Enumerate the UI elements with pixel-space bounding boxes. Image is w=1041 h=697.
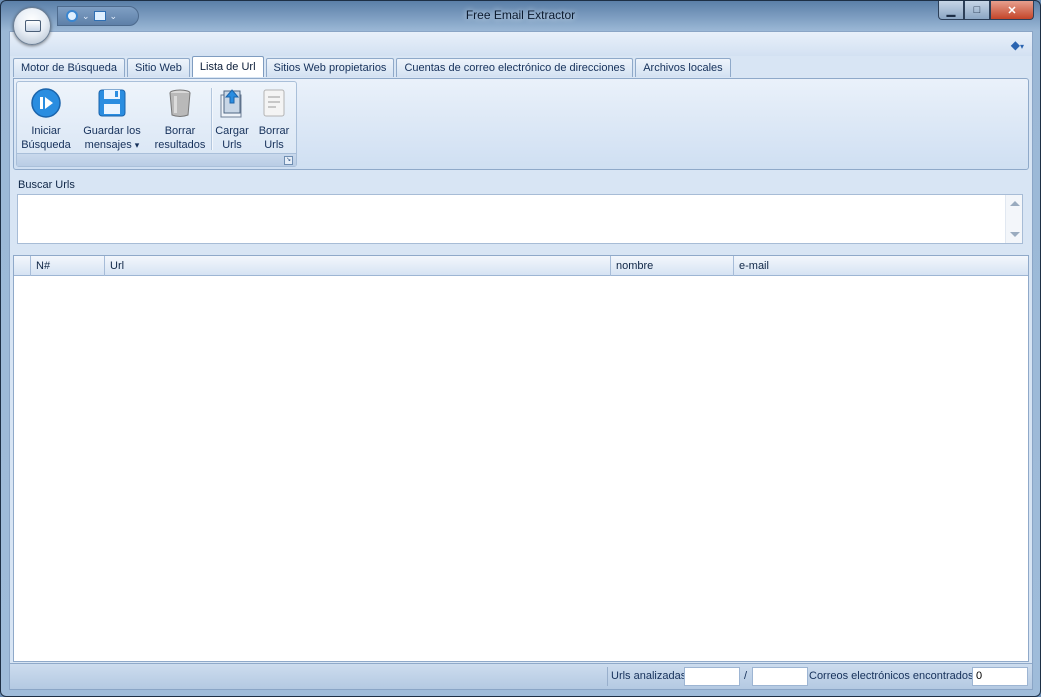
window-title: Free Email Extractor bbox=[465, 8, 576, 22]
dialog-launcher-icon[interactable]: ↘ bbox=[284, 156, 293, 165]
grid-header: N# Url nombre e-mail bbox=[14, 256, 1028, 276]
tab-sitio-web[interactable]: Sitio Web bbox=[127, 58, 190, 77]
tab-lista-de-url[interactable]: Lista de Url bbox=[191, 56, 264, 77]
status-bar: Urls analizadas / Correos electrónicos e… bbox=[10, 663, 1032, 689]
delete-urls-label-1: Borrar bbox=[258, 125, 290, 137]
ribbon-tabs: Motor de Búsqueda Sitio Web Lista de Url… bbox=[13, 56, 731, 78]
chevron-down-icon[interactable]: ⌄ bbox=[110, 11, 118, 22]
clear-results-button[interactable]: Borrar resultados bbox=[149, 86, 211, 152]
column-header-url[interactable]: Url bbox=[105, 256, 611, 276]
results-grid[interactable]: N# Url nombre e-mail bbox=[13, 255, 1029, 662]
settings-icon[interactable] bbox=[66, 10, 78, 22]
save-messages-label-2: mensajes ▾ bbox=[84, 139, 140, 151]
emails-found-field: 0 bbox=[972, 667, 1028, 686]
tab-motor-de-busqueda[interactable]: Motor de Búsqueda bbox=[13, 58, 126, 77]
ribbon-group: Iniciar Búsqueda Guardar los mensajes ▾ bbox=[16, 81, 297, 167]
quick-access-toolbar: ⌄ ⌄ bbox=[57, 6, 139, 26]
blank-document-icon bbox=[257, 86, 291, 120]
status-separator bbox=[607, 667, 608, 686]
row-selector-header[interactable] bbox=[14, 256, 31, 276]
title-bar[interactable]: Free Email Extractor ⌄ ⌄ ▁ □ ✕ bbox=[1, 1, 1040, 31]
urls-total-field bbox=[752, 667, 808, 686]
urls-separator: / bbox=[744, 670, 748, 682]
chevron-down-icon[interactable]: ⌄ bbox=[82, 11, 90, 22]
start-search-button[interactable]: Iniciar Búsqueda bbox=[19, 86, 73, 152]
ribbon-header: ◆▾ bbox=[10, 32, 1032, 56]
start-search-label-2: Búsqueda bbox=[21, 139, 71, 151]
group-separator bbox=[211, 88, 212, 150]
search-urls-input[interactable] bbox=[17, 194, 1023, 244]
clear-results-label-2: resultados bbox=[154, 139, 206, 151]
tab-sitios-web-propietarios[interactable]: Sitios Web propietarios bbox=[265, 58, 395, 77]
column-header-number[interactable]: N# bbox=[31, 256, 105, 276]
column-header-nombre[interactable]: nombre bbox=[611, 256, 734, 276]
floppy-disk-icon bbox=[95, 86, 129, 120]
clear-results-label-1: Borrar bbox=[164, 125, 196, 137]
help-diamond-icon[interactable]: ◆▾ bbox=[1011, 38, 1024, 52]
tab-cuentas-de-correo[interactable]: Cuentas de correo electrónico de direcci… bbox=[396, 58, 634, 77]
load-urls-button[interactable]: Cargar Urls bbox=[213, 86, 251, 152]
start-search-label-1: Iniciar bbox=[31, 125, 61, 137]
app-window: Free Email Extractor ⌄ ⌄ ▁ □ ✕ ◆▾ Motor … bbox=[0, 0, 1041, 697]
search-urls-label: Buscar Urls bbox=[18, 179, 75, 191]
load-urls-label-1: Cargar bbox=[215, 125, 249, 137]
client-area: ◆▾ Motor de Búsqueda Sitio Web Lista de … bbox=[9, 31, 1033, 690]
group-footer: ↘ bbox=[17, 153, 296, 166]
save-messages-label-1: Guardar los bbox=[83, 125, 141, 137]
dropdown-arrow-icon: ▾ bbox=[134, 140, 140, 150]
minimize-button[interactable]: ▁ bbox=[938, 1, 964, 20]
ribbon-panel: Iniciar Búsqueda Guardar los mensajes ▾ bbox=[13, 78, 1029, 170]
monitor-icon[interactable] bbox=[93, 11, 106, 21]
load-document-icon bbox=[215, 86, 249, 120]
delete-urls-button[interactable]: Borrar Urls bbox=[255, 86, 293, 152]
load-urls-label-2: Urls bbox=[222, 139, 242, 151]
app-menu-icon bbox=[25, 20, 41, 32]
save-messages-button[interactable]: Guardar los mensajes ▾ bbox=[77, 86, 147, 152]
window-controls: ▁ □ ✕ bbox=[938, 1, 1034, 20]
maximize-button[interactable]: □ bbox=[964, 1, 990, 20]
tab-archivos-locales[interactable]: Archivos locales bbox=[635, 58, 731, 77]
column-header-email[interactable]: e-mail bbox=[734, 256, 1028, 276]
urls-analyzed-label: Urls analizadas bbox=[611, 670, 687, 682]
application-menu-button[interactable] bbox=[13, 7, 51, 45]
urls-analyzed-field bbox=[684, 667, 740, 686]
close-button[interactable]: ✕ bbox=[990, 1, 1034, 20]
delete-urls-label-2: Urls bbox=[264, 139, 284, 151]
emails-found-label: Correos electrónicos encontrados bbox=[809, 670, 974, 682]
trash-can-icon bbox=[163, 86, 197, 120]
play-icon bbox=[29, 86, 63, 120]
